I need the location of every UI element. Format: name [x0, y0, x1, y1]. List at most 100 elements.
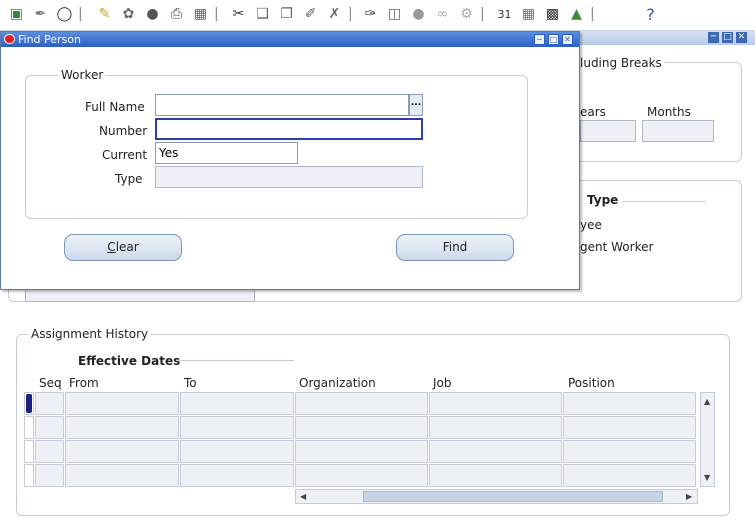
upload-icon[interactable]: ▲ — [568, 6, 585, 23]
position-cell[interactable] — [563, 464, 696, 487]
type-input[interactable] — [155, 166, 423, 188]
tools-icon[interactable]: ● — [144, 6, 161, 23]
save-icon[interactable]: ▦ — [192, 6, 209, 23]
from-cell[interactable] — [65, 464, 179, 487]
seq-cell[interactable] — [35, 440, 64, 463]
years-label: ears — [580, 105, 606, 119]
toolbar-separator: | — [214, 6, 219, 22]
job-cell[interactable] — [429, 416, 562, 439]
attachments-icon[interactable]: ✑ — [362, 6, 379, 23]
job-cell[interactable] — [429, 440, 562, 463]
print-icon[interactable]: ⎙ — [168, 6, 185, 23]
organization-cell[interactable] — [295, 416, 428, 439]
dialog-titlebar: Find Person ─ □ ✕ — [1, 32, 579, 47]
from-cell[interactable] — [65, 416, 179, 439]
person-type-option-contingent-worker: gent Worker — [580, 240, 654, 254]
column-header-position: Position — [568, 376, 615, 390]
number-input[interactable] — [155, 118, 423, 140]
row-indicator[interactable] — [24, 464, 34, 487]
find-person-dialog: Find Person ─ □ ✕ Worker Full Name ... N… — [0, 31, 580, 290]
spell-icon[interactable]: ◫ — [386, 6, 403, 23]
clear-mnemonic: C — [107, 240, 116, 254]
column-header-job: Job — [433, 376, 452, 390]
assignment-history-legend: Assignment History — [28, 327, 152, 341]
stop-icon[interactable]: ● — [410, 6, 427, 23]
column-header-organization: Organization — [299, 376, 376, 390]
clear-label: lear — [115, 240, 139, 254]
attach-icon[interactable]: ∞ — [434, 6, 451, 23]
horizontal-scroll-thumb[interactable] — [363, 491, 663, 502]
seq-cell[interactable] — [35, 464, 64, 487]
find-button[interactable]: Find — [396, 234, 514, 261]
translate-icon[interactable]: ✒ — [32, 6, 49, 23]
oracle-logo-icon — [4, 34, 15, 44]
zoom-icon[interactable]: ✿ — [120, 6, 137, 23]
effective-dates-divider — [176, 360, 294, 361]
toolbar-separator: | — [348, 6, 353, 22]
maximize-icon[interactable]: □ — [548, 34, 559, 45]
organization-cell[interactable] — [295, 464, 428, 487]
to-cell[interactable] — [180, 416, 294, 439]
from-cell[interactable] — [65, 392, 179, 415]
full-name-input[interactable] — [155, 94, 409, 116]
minimize-icon[interactable]: ─ — [708, 32, 719, 43]
new-record-icon[interactable]: ▣ — [8, 6, 25, 23]
organization-cell[interactable] — [295, 440, 428, 463]
seq-cell[interactable] — [35, 392, 64, 415]
folder-icon[interactable]: ✎ — [96, 6, 113, 23]
vertical-scrollbar[interactable]: ▲ ▼ — [700, 392, 715, 487]
row-indicator[interactable] — [24, 440, 34, 463]
scroll-left-icon[interactable]: ◀ — [300, 492, 306, 501]
minimize-icon[interactable]: ─ — [534, 34, 545, 45]
navigate-icon[interactable]: ◯ — [56, 6, 73, 23]
to-cell[interactable] — [180, 392, 294, 415]
to-cell[interactable] — [180, 440, 294, 463]
close-icon[interactable]: ✕ — [562, 34, 573, 45]
current-input[interactable] — [155, 142, 298, 164]
row-indicator[interactable] — [24, 392, 34, 415]
horizontal-scrollbar[interactable]: ◀ ▶ — [295, 489, 698, 504]
current-label: Current — [102, 148, 148, 162]
toolbar-separator: | — [590, 6, 595, 22]
help-icon[interactable]: ? — [642, 6, 659, 23]
calendar2-icon[interactable]: ▦ — [520, 6, 537, 23]
job-cell[interactable] — [429, 392, 562, 415]
clear-icon[interactable]: ✗ — [326, 6, 343, 23]
seq-cell[interactable] — [35, 416, 64, 439]
copy-icon[interactable]: ❏ — [254, 6, 271, 23]
organization-cell[interactable] — [295, 392, 428, 415]
row-indicator[interactable] — [24, 416, 34, 439]
number-label: Number — [99, 124, 148, 138]
export-icon[interactable]: ▩ — [544, 6, 561, 23]
column-header-from: From — [69, 376, 99, 390]
edit-icon[interactable]: ✐ — [302, 6, 319, 23]
help-folder-icon[interactable]: ⚙ — [458, 6, 475, 23]
position-cell[interactable] — [563, 416, 696, 439]
column-header-to: To — [184, 376, 197, 390]
toolbar-separator: | — [480, 6, 485, 22]
calendar-icon[interactable]: 31 — [496, 6, 513, 23]
toolbar: ▣ ✒ ◯ | ✎ ✿ ● ⎙ ▦ | ✂ ❏ ❐ ✐ ✗ | ✑ ◫ ● ∞ … — [0, 0, 755, 31]
dialog-title: Find Person — [18, 33, 81, 46]
scroll-down-icon[interactable]: ▼ — [704, 473, 710, 482]
months-field[interactable] — [642, 120, 714, 142]
scroll-right-icon[interactable]: ▶ — [686, 492, 692, 501]
column-header-seq: Seq — [39, 376, 62, 390]
maximize-icon[interactable]: □ — [722, 32, 733, 43]
from-cell[interactable] — [65, 440, 179, 463]
close-icon[interactable]: ✕ — [736, 32, 747, 43]
position-cell[interactable] — [563, 440, 696, 463]
period-group-legend: luding Breaks — [577, 56, 665, 70]
job-cell[interactable] — [429, 464, 562, 487]
person-type-legend: Type — [584, 193, 622, 207]
scroll-up-icon[interactable]: ▲ — [704, 397, 710, 406]
months-label: Months — [647, 105, 691, 119]
to-cell[interactable] — [180, 464, 294, 487]
years-field[interactable] — [580, 120, 636, 142]
clear-button[interactable]: Clear — [64, 234, 182, 261]
cut-icon[interactable]: ✂ — [230, 6, 247, 23]
paste-icon[interactable]: ❐ — [278, 6, 295, 23]
full-name-lov-button[interactable]: ... — [409, 94, 423, 116]
position-cell[interactable] — [563, 392, 696, 415]
effective-dates-legend: Effective Dates — [75, 354, 184, 368]
